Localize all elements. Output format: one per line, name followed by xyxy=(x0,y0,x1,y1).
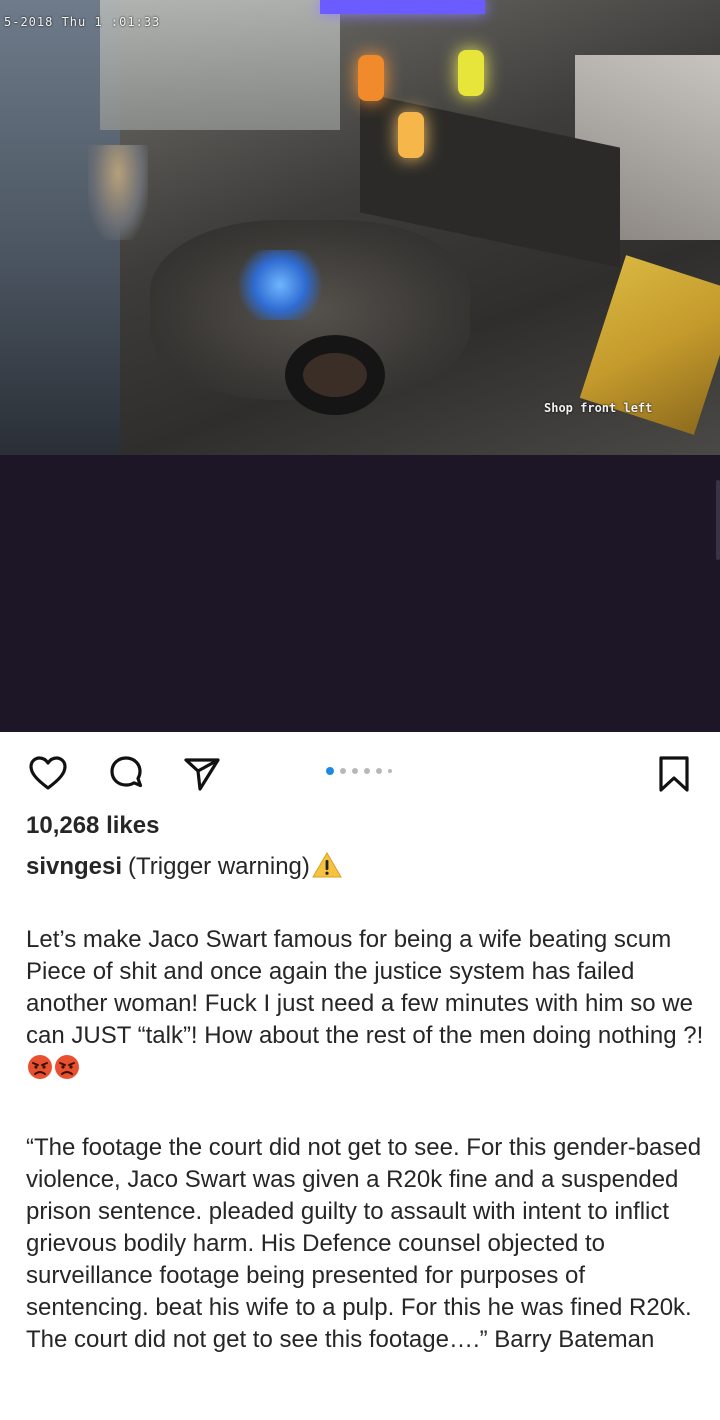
bookmark-icon xyxy=(659,756,689,792)
comment-button[interactable] xyxy=(106,754,146,794)
share-icon xyxy=(184,758,220,791)
carousel-dot-active xyxy=(326,767,334,775)
like-button[interactable] xyxy=(28,754,68,794)
carousel-dot xyxy=(388,769,392,773)
heart-icon xyxy=(29,756,67,790)
caption-paragraph-1-text: Let’s make Jaco Swart famous for being a… xyxy=(26,926,704,1049)
caption-paragraph-1: Let’s make Jaco Swart famous for being a… xyxy=(26,924,706,1084)
carousel-dot xyxy=(352,768,358,774)
media-scroll-indicator xyxy=(716,480,720,560)
likes-count[interactable]: 10,268 likes xyxy=(26,812,159,840)
carousel-dot xyxy=(364,768,370,774)
cctv-timestamp: 5-2018 Thu 1 :01:33 xyxy=(4,15,161,29)
scene-blue-light xyxy=(235,250,325,320)
save-button[interactable] xyxy=(654,754,694,794)
scene-lamp xyxy=(358,55,384,101)
cctv-footage-image[interactable]: 5-2018 Thu 1 :01:33 Shop front left xyxy=(0,0,720,455)
warning-icon xyxy=(312,852,342,878)
username-link[interactable]: sivngesi xyxy=(26,853,122,880)
share-button[interactable] xyxy=(182,754,222,794)
scene-person xyxy=(88,145,148,240)
scene-tire xyxy=(285,335,385,415)
caption-header: sivngesi (Trigger warning) xyxy=(26,852,342,881)
scene-lamp xyxy=(458,50,484,96)
carousel-dot xyxy=(340,768,346,774)
cctv-camera-label: Shop front left xyxy=(544,401,653,415)
scene-lamp xyxy=(398,112,424,158)
carousel-dot xyxy=(376,768,382,774)
post-media[interactable]: 5-2018 Thu 1 :01:33 Shop front left xyxy=(0,0,720,732)
caption-headline: (Trigger warning) xyxy=(128,853,310,880)
caption-paragraph-2: “The footage the court did not get to se… xyxy=(26,1134,702,1353)
carousel-indicator xyxy=(326,766,392,776)
angry-face-icon xyxy=(54,1054,80,1080)
angry-face-icon xyxy=(27,1054,53,1080)
comment-icon xyxy=(110,756,143,788)
scene-neon-light xyxy=(320,0,485,14)
